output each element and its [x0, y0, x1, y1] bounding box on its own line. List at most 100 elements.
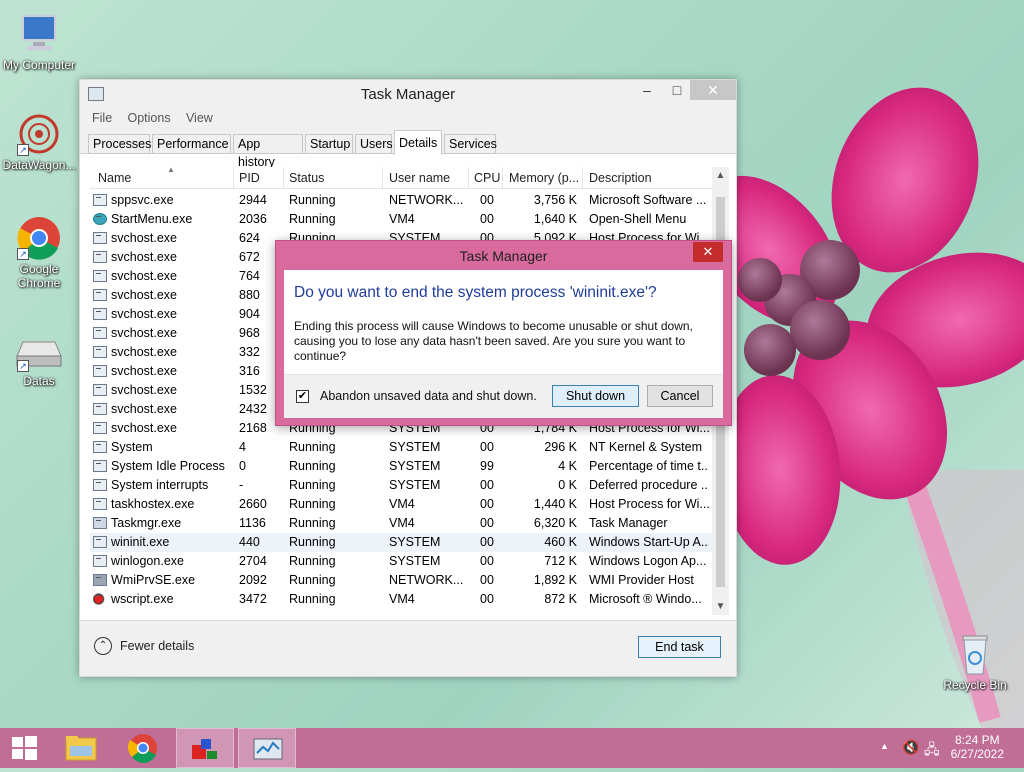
abandon-data-checkbox[interactable]: ✔: [296, 390, 309, 403]
tab-startup[interactable]: Startup: [305, 134, 353, 154]
process-icon: [93, 498, 107, 510]
column-header-name[interactable]: Name: [98, 171, 131, 185]
start-button[interactable]: [0, 728, 48, 768]
desktop-icon-google-chrome[interactable]: ↗ Google Chrome: [0, 216, 78, 290]
desktop-icon-recycle-bin[interactable]: Recycle Bin: [936, 632, 1014, 692]
menu-options[interactable]: Options: [122, 108, 177, 128]
desktop-icon-label: My Computer: [2, 58, 76, 72]
shortcut-arrow-icon: ↗: [17, 360, 29, 372]
taskbar-file-explorer[interactable]: [52, 728, 110, 768]
abandon-data-checkbox-label[interactable]: Abandon unsaved data and shut down.: [320, 389, 537, 403]
table-row[interactable]: wscript.exe 3472 Running VM4 00 872 K Microsof…: [90, 590, 713, 609]
cell-name: wscript.exe: [111, 592, 174, 606]
cell-name: svchost.exe: [111, 326, 178, 340]
column-header-status[interactable]: Status: [289, 171, 324, 185]
title-bar[interactable]: Task Manager – □ ✕: [80, 80, 736, 108]
cell-status: Running: [289, 592, 336, 606]
show-hidden-icons-icon[interactable]: ▲: [880, 741, 889, 751]
cell-pid: 2660: [239, 497, 267, 511]
column-header-description[interactable]: Description: [589, 171, 652, 185]
table-row[interactable]: wininit.exe 440 Running SYSTEM 00 460 K Window…: [90, 533, 713, 552]
cell-name: svchost.exe: [111, 231, 178, 245]
cell-cpu: 00: [480, 516, 494, 530]
table-row[interactable]: System Idle Process 0 Running SYSTEM 99 4 K Pe…: [90, 457, 713, 476]
cell-memory: 1,640 K: [533, 212, 577, 226]
cell-name: svchost.exe: [111, 364, 178, 378]
table-row[interactable]: System interrupts - Running SYSTEM 00 0 K Defe…: [90, 476, 713, 495]
column-divider[interactable]: [582, 167, 583, 189]
cell-user-name: NETWORK...: [389, 573, 464, 587]
tab-services[interactable]: Services: [444, 134, 497, 154]
scroll-down-arrow-icon[interactable]: ▼: [712, 601, 729, 612]
shut-down-button[interactable]: Shut down: [552, 385, 639, 407]
datawagon-icon: ↗: [15, 112, 63, 156]
cancel-button[interactable]: Cancel: [647, 385, 713, 407]
taskbar-task-manager[interactable]: [238, 728, 296, 768]
tab-performance[interactable]: Performance: [152, 134, 231, 154]
process-icon: [93, 194, 107, 206]
script-host-icon: [192, 739, 217, 759]
cell-name: svchost.exe: [111, 288, 178, 302]
cell-memory: 1,440 K: [533, 497, 577, 511]
process-icon: [93, 327, 107, 339]
cell-pid: 2944: [239, 193, 267, 207]
taskbar-chrome[interactable]: [114, 728, 172, 768]
column-divider[interactable]: [502, 167, 503, 189]
tab-users[interactable]: Users: [355, 134, 393, 154]
cell-memory: 3,756 K: [533, 193, 577, 207]
fewer-details-button[interactable]: ⌃ Fewer details: [94, 635, 194, 657]
tab-details[interactable]: Details: [394, 130, 442, 155]
end-task-button[interactable]: End task: [638, 636, 721, 658]
task-manager-icon: [253, 738, 283, 760]
process-icon: [93, 422, 107, 434]
column-header-cpu[interactable]: CPU: [474, 171, 500, 185]
column-divider[interactable]: [233, 167, 234, 189]
minimize-button[interactable]: –: [632, 80, 662, 100]
desktop-icon-datas[interactable]: ↗ Datas: [0, 328, 78, 388]
cell-name: WmiPrvSE.exe: [111, 573, 196, 587]
table-row[interactable]: Taskmgr.exe 1136 Running VM4 00 6,320 K Task M…: [90, 514, 713, 533]
table-row[interactable]: System 4 Running SYSTEM 00 296 K NT Kernel & S…: [90, 438, 713, 457]
cell-pid: 4: [239, 440, 246, 454]
table-row[interactable]: WmiPrvSE.exe 2092 Running NETWORK... 00 1,892…: [90, 571, 713, 590]
volume-muted-icon[interactable]: 🔇: [902, 739, 919, 756]
column-divider[interactable]: [468, 167, 469, 189]
tab-processes[interactable]: Processes: [88, 134, 151, 154]
process-icon: [93, 479, 107, 491]
cell-user-name: SYSTEM: [389, 459, 441, 473]
tab-app-history[interactable]: App history: [233, 134, 303, 169]
cell-description: NT Kernel & System: [589, 440, 703, 454]
column-header-memory[interactable]: Memory (p...: [509, 171, 579, 185]
cell-name: winlogon.exe: [111, 554, 184, 568]
cell-pid: 624: [239, 231, 260, 245]
scroll-up-arrow-icon[interactable]: ▲: [712, 170, 729, 181]
cell-cpu: 00: [480, 592, 494, 606]
menu-view[interactable]: View: [180, 108, 219, 128]
network-icon[interactable]: 🖧: [924, 739, 940, 763]
table-row[interactable]: StartMenu.exe 2036 Running VM4 00 1,640 K Open…: [90, 210, 713, 229]
dialog-close-button[interactable]: ✕: [693, 242, 723, 262]
table-row[interactable]: sppsvc.exe 2944 Running NETWORK... 00 3,756 K…: [90, 191, 713, 210]
dialog-footer: ✔ Abandon unsaved data and shut down. Sh…: [284, 374, 723, 418]
dialog-message: Ending this process will cause Windows t…: [294, 319, 693, 363]
column-header-user-name[interactable]: User name: [389, 171, 450, 185]
table-row[interactable]: taskhostex.exe 2660 Running VM4 00 1,440 K Hos…: [90, 495, 713, 514]
desktop-icon-datawagon[interactable]: ↗ DataWagon...: [0, 112, 78, 172]
taskbar-wscript[interactable]: [176, 728, 234, 768]
cell-description: Task Manager: [589, 516, 668, 530]
column-divider[interactable]: [382, 167, 383, 189]
menu-file[interactable]: File: [86, 108, 118, 128]
cell-pid: 2168: [239, 421, 267, 435]
desktop-icon-my-computer[interactable]: My Computer: [0, 12, 78, 72]
clock[interactable]: 8:24 PM 6/27/2022: [951, 733, 1004, 761]
close-button[interactable]: ✕: [690, 80, 736, 100]
end-process-dialog: Task Manager ✕ Do you want to end the sy…: [275, 240, 732, 426]
column-header-pid[interactable]: PID: [239, 171, 260, 185]
column-divider[interactable]: [283, 167, 284, 189]
maximize-button[interactable]: □: [662, 80, 692, 100]
table-row[interactable]: winlogon.exe 2704 Running SYSTEM 00 712 K Wind…: [90, 552, 713, 571]
process-icon: [93, 346, 107, 358]
cell-status: Running: [289, 459, 336, 473]
cell-name: svchost.exe: [111, 345, 178, 359]
cell-description: Microsoft ® Windo...: [589, 592, 702, 606]
